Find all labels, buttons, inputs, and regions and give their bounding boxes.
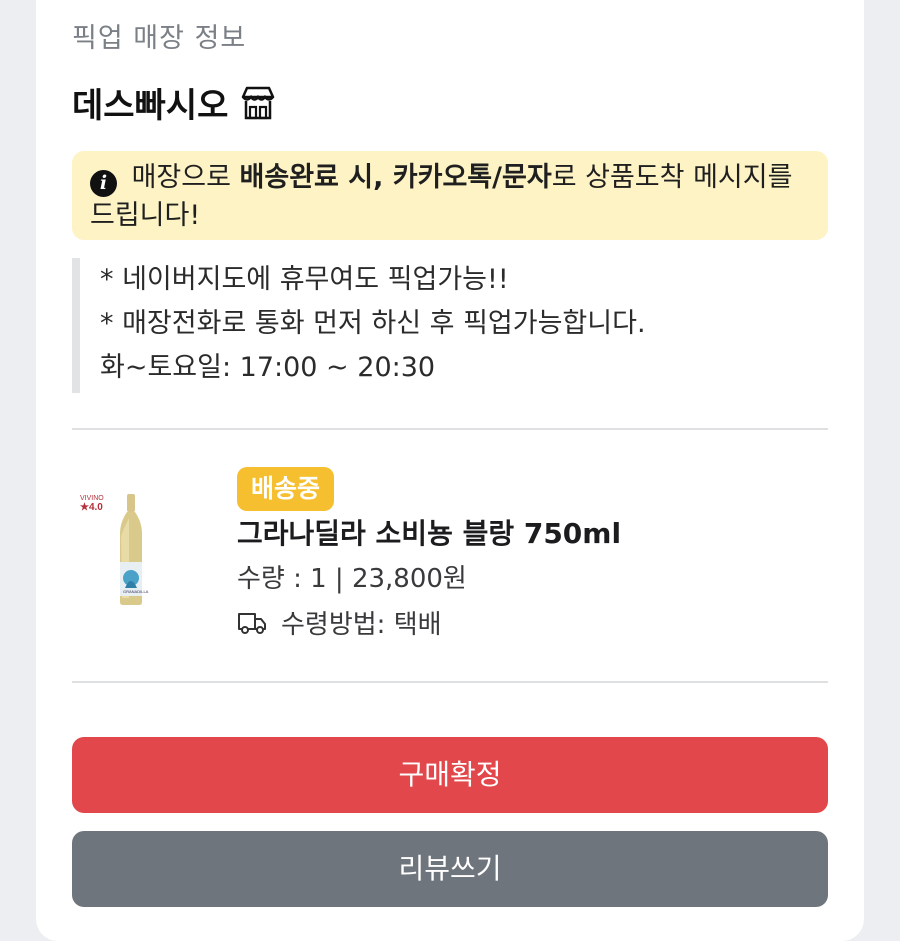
truck-icon (237, 611, 267, 635)
store-memo: * 네이버지도에 휴무여도 픽업가능!! * 매장전화로 통화 먼저 하신 후 … (72, 258, 828, 393)
confirm-purchase-button[interactable]: 구매확정 (72, 737, 828, 813)
section-label: 픽업 매장 정보 (72, 23, 247, 54)
status-badge: 배송중 (237, 467, 335, 511)
store-title: 데스빠시오 (72, 78, 278, 127)
divider (72, 681, 828, 683)
info-icon: i (90, 170, 117, 197)
delivery-notice: i 매장으로 배송완료 시, 카카오톡/문자로 상품도착 메시지를 드립니다! (72, 151, 828, 240)
vivino-label: VIVINO (80, 495, 104, 502)
memo-line: 화~토요일: 17:00 ~ 20:30 (100, 352, 436, 383)
divider (72, 428, 828, 430)
svg-text:GRANADILLA: GRANADILLA (123, 589, 149, 594)
delivery-method-text: 수령방법: 택배 (281, 610, 442, 640)
notice-text-bold: 배송완료 시, 카카오톡/문자 (239, 162, 552, 193)
store-name: 데스빠시오 (72, 86, 229, 126)
notice-text-1: 매장으로 (123, 162, 240, 193)
product-name[interactable]: 그라나딜라 소비뇽 블랑 750ml (237, 512, 621, 552)
delivery-method: 수령방법: 택배 (237, 604, 442, 641)
vivino-rating: ★4.0 (80, 502, 103, 513)
store-icon (238, 83, 278, 123)
pickup-card: 픽업 매장 정보 데스빠시오 i 매장으로 배송완료 시, 카카오톡/문자로 상… (36, 0, 864, 941)
write-review-button[interactable]: 리뷰쓰기 (72, 831, 828, 907)
quantity-price: 수량 : 1 | 23,800원 (237, 564, 467, 594)
memo-line: * 네이버지도에 휴무여도 픽업가능!! (100, 264, 509, 295)
memo-line: * 매장전화로 통화 먼저 하신 후 픽업가능합니다. (100, 308, 646, 339)
product-image[interactable]: VIVINO ★4.0 GRANADILLA (76, 488, 176, 613)
